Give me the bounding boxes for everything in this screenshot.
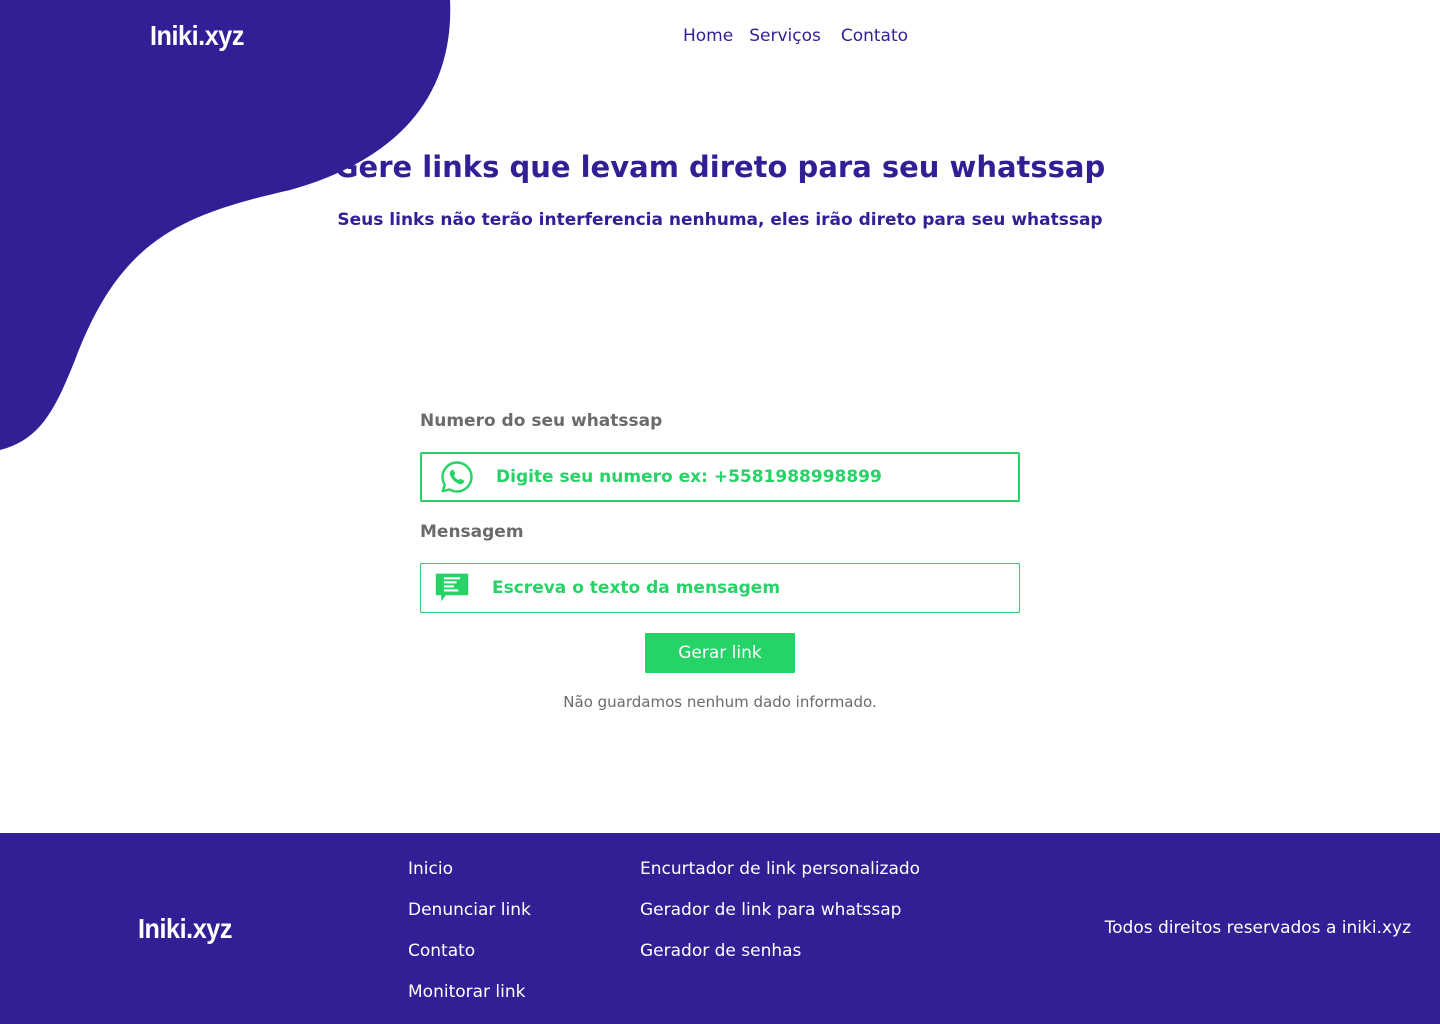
message-icon	[434, 570, 470, 606]
footer-link-contato[interactable]: Contato	[408, 939, 531, 963]
main-nav: Home Serviços Contato	[683, 26, 908, 46]
phone-input[interactable]	[496, 467, 976, 487]
footer-link-inicio[interactable]: Inicio	[408, 857, 531, 881]
decorative-blob	[0, 0, 451, 450]
footer-link-gerador-senhas[interactable]: Gerador de senhas	[640, 939, 920, 963]
phone-field[interactable]	[420, 452, 1020, 502]
phone-label: Numero do seu whatssap	[420, 411, 663, 431]
footer: Iniki.xyz Inicio Denunciar link Contato …	[0, 833, 1440, 1024]
whatsapp-icon	[440, 459, 476, 495]
footer-links-col2: Encurtador de link personalizado Gerador…	[640, 857, 920, 963]
footer-links-col1: Inicio Denunciar link Contato Monitorar …	[408, 857, 531, 1004]
privacy-note: Não guardamos nenhum dado informado.	[563, 693, 877, 711]
generate-link-button[interactable]: Gerar link	[645, 633, 795, 673]
footer-link-encurtador[interactable]: Encurtador de link personalizado	[640, 857, 920, 881]
page-title: Gere links que levam direto para seu wha…	[334, 150, 1106, 184]
footer-link-denunciar[interactable]: Denunciar link	[408, 898, 531, 922]
message-field[interactable]	[420, 563, 1020, 613]
footer-copyright: Todos direitos reservados a iniki.xyz	[1104, 918, 1411, 938]
footer-logo[interactable]: Iniki.xyz	[138, 913, 232, 945]
site-logo[interactable]: Iniki.xyz	[150, 20, 244, 52]
page-subtitle: Seus links não terão interferencia nenhu…	[337, 210, 1103, 230]
message-input[interactable]	[492, 578, 972, 598]
nav-contato[interactable]: Contato	[841, 26, 908, 46]
nav-servicos[interactable]: Serviços	[749, 26, 821, 46]
message-label: Mensagem	[420, 522, 524, 542]
nav-home[interactable]: Home	[683, 26, 733, 46]
footer-link-monitorar[interactable]: Monitorar link	[408, 980, 531, 1004]
footer-link-gerador-whatssap[interactable]: Gerador de link para whatssap	[640, 898, 920, 922]
